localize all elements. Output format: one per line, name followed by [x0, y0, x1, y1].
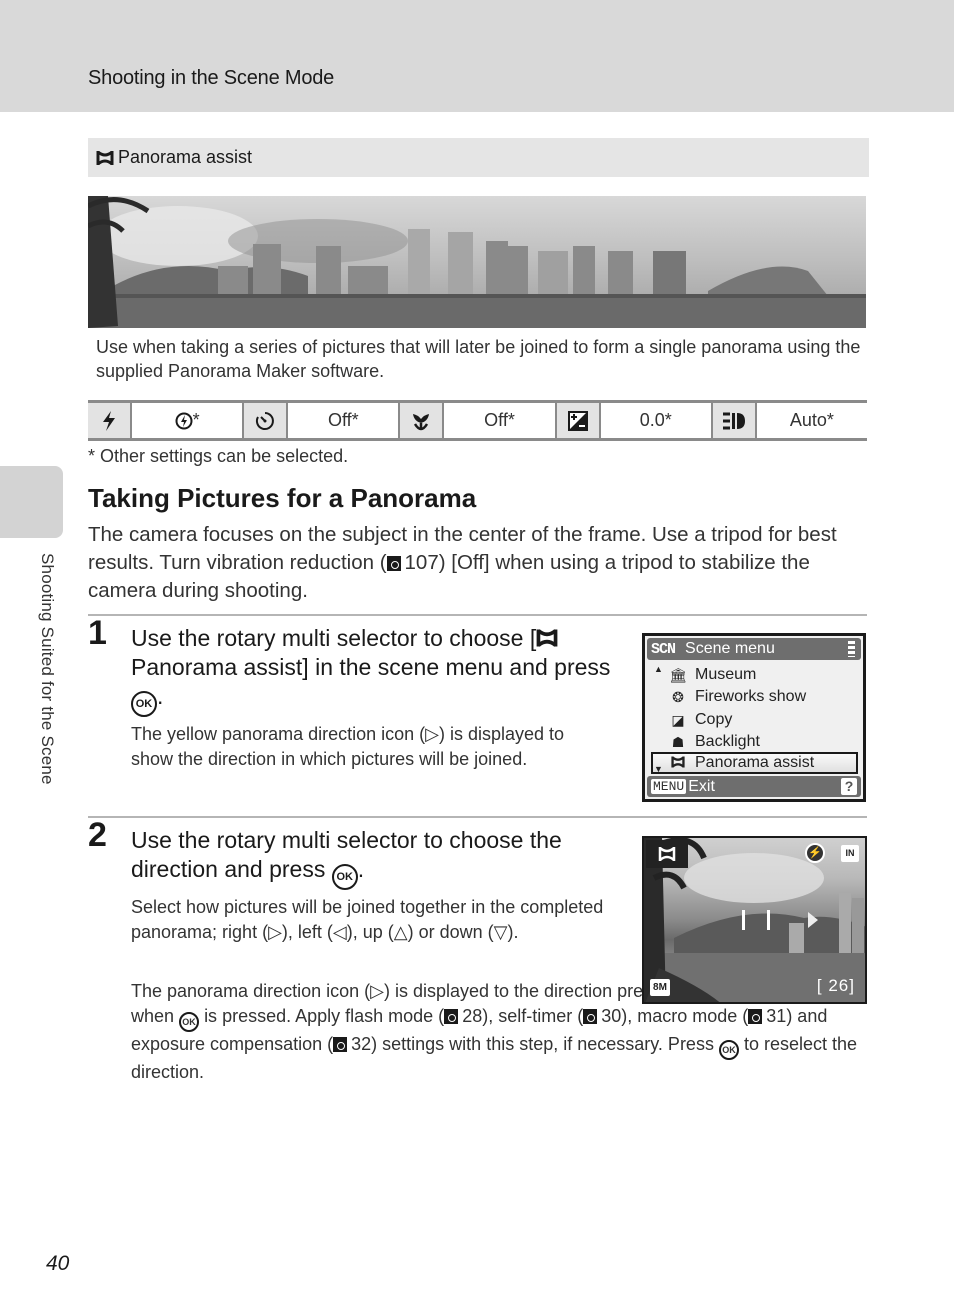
scene-mode-header: Panorama assist [88, 138, 869, 177]
flash-off-icon [175, 412, 193, 429]
flash-value: * [132, 403, 245, 438]
panorama-assist-icon [669, 755, 687, 772]
flash-page-ref[interactable]: 28 [462, 1006, 482, 1026]
panorama-sample-photo [88, 196, 866, 328]
menu-item-fireworks[interactable]: ❂ Fireworks show [669, 686, 806, 708]
section-heading: Taking Pictures for a Panorama [88, 483, 477, 513]
scene-mode-icon: SCN [651, 640, 676, 658]
exposures-remaining: [ 26] [816, 976, 855, 995]
self-timer-value: Off* [288, 403, 401, 438]
panorama-assist-icon [96, 150, 114, 165]
exposure-compensation-value: 0.0* [600, 403, 713, 438]
vr-page-ref[interactable]: 107 [405, 551, 439, 574]
step-body-directions: Select how pictures will be joined toget… [131, 897, 604, 942]
menu-title-bar: SCN Scene menu [647, 638, 861, 660]
default-settings-table: * Off* Off* 0.0* Auto* [88, 400, 868, 441]
page-reference-icon [386, 556, 401, 571]
scroll-indicator-icon [848, 641, 855, 657]
flash-icon [88, 403, 132, 438]
ok-button-icon: OK [131, 691, 157, 717]
menu-footer-bar: MENU Exit ? [647, 776, 861, 797]
exit-label[interactable]: Exit [688, 778, 715, 796]
scene-mode-title: Panorama assist [118, 147, 253, 167]
menu-item-museum[interactable]: 🏛 Museum [669, 664, 756, 686]
timer-page-ref[interactable]: 30 [601, 1006, 621, 1026]
step-body: The yellow panorama direction icon (▷) i… [131, 724, 565, 769]
focus-area-brackets [742, 910, 770, 930]
section-intro: The camera focuses on the subject in the… [88, 523, 837, 602]
menu-button-icon: MENU [651, 779, 687, 794]
panorama-assist-icon [536, 629, 558, 647]
page-reference-icon [748, 1009, 763, 1024]
fireworks-icon: ❂ [672, 688, 684, 705]
image-mode-icon: 8M [650, 979, 670, 996]
menu-item-backlight[interactable]: ☗ Backlight [669, 731, 760, 753]
step-divider [88, 614, 867, 616]
section-title: Shooting in the Scene Mode [88, 67, 335, 89]
museum-icon: 🏛 [669, 666, 687, 683]
page-reference-icon [444, 1009, 459, 1024]
ok-button-icon: OK [331, 864, 358, 890]
page-number: 40 [46, 1252, 70, 1275]
scroll-up-icon: ▲ [654, 664, 663, 674]
flash-off-icon: ⚡ [805, 843, 825, 863]
scene-mode-description: Use when taking a series of pictures tha… [96, 337, 861, 381]
self-timer-icon [244, 403, 289, 438]
panorama-assist-mode-icon [646, 840, 688, 868]
page-reference-icon [583, 1009, 598, 1024]
macro-icon [400, 403, 445, 438]
backlight-icon: ☗ [671, 733, 685, 750]
help-icon[interactable]: ? [841, 778, 857, 795]
exposure-compensation-icon [556, 403, 601, 438]
step-heading: Use the rotary multi selector to choose … [131, 826, 621, 890]
macro-page-ref[interactable]: 31 [766, 1006, 786, 1026]
panorama-direction-right-icon [808, 912, 818, 928]
chapter-label: Shooting Suited for the Scene [38, 553, 57, 785]
focus-mode-value: Auto* [756, 403, 868, 438]
step-divider [88, 816, 867, 818]
running-header: Shooting in the Scene Mode [0, 0, 954, 112]
macro-value: Off* [444, 403, 557, 438]
settings-footnote: * Other settings can be selected. [88, 446, 349, 466]
exposure-page-ref[interactable]: 32 [351, 1034, 371, 1054]
step-number: 2 [88, 816, 107, 854]
internal-memory-icon: IN [841, 845, 859, 862]
step-number: 1 [88, 614, 107, 652]
ok-button-icon: OK [179, 1012, 200, 1032]
page-reference-icon [333, 1037, 348, 1052]
scroll-down-icon: ▼ [654, 764, 663, 774]
camera-live-view-screen: ⚡ IN 8M [ 26] [642, 836, 867, 1004]
ok-button-icon: OK [718, 1040, 739, 1060]
chapter-tab [0, 466, 63, 538]
menu-item-copy[interactable]: ◪ Copy [669, 709, 732, 731]
step-heading: Use the rotary multi selector to choose … [131, 624, 621, 717]
focus-mode-icon [712, 403, 757, 438]
menu-item-panorama-assist[interactable]: Panorama assist [651, 752, 858, 774]
copy-icon: ◪ [671, 711, 685, 728]
camera-scene-menu-screen: SCN Scene menu ▲ 🏛 Museum ❂ Fireworks show… [642, 633, 866, 802]
panorama-skyline [88, 196, 866, 328]
